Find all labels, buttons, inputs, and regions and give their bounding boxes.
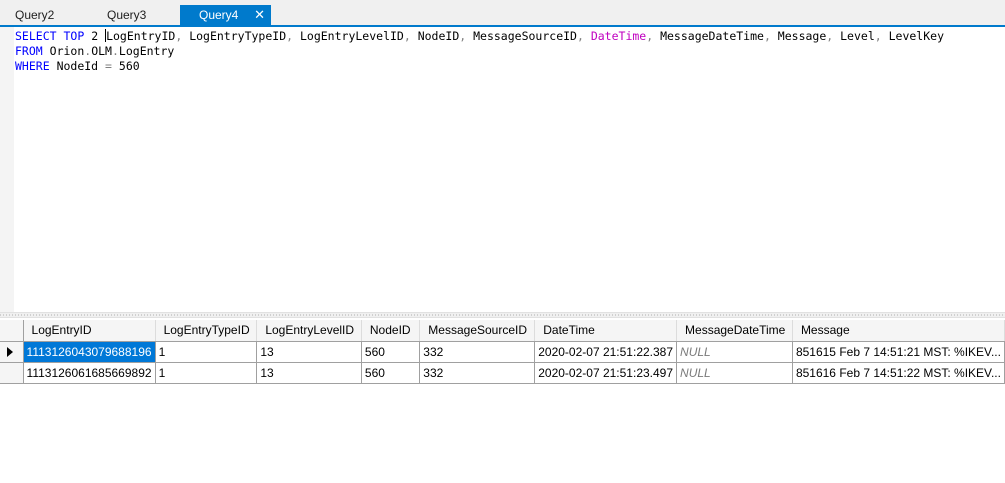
column-header[interactable]: LogEntryLevelID: [256, 320, 362, 342]
literal-value: 560: [118, 59, 140, 73]
table-cell[interactable]: 1113126061685669892: [23, 362, 156, 384]
table-cell[interactable]: 2020-02-07 21:51:22.387: [534, 341, 678, 363]
keyword-top: TOP: [63, 29, 85, 43]
row-header[interactable]: [0, 341, 24, 363]
current-row-arrow-icon: [7, 347, 13, 358]
column-name: Message: [777, 29, 827, 43]
table-cell[interactable]: 851616 Feb 7 14:51:22 MST: %IKEV...: [792, 362, 1005, 384]
results-grid[interactable]: LogEntryID LogEntryTypeID LogEntryLevelI…: [0, 320, 1005, 386]
table-cell[interactable]: 13: [256, 362, 362, 384]
column-header[interactable]: LogEntryTypeID: [155, 320, 258, 342]
splitter-grip: [0, 314, 1005, 316]
column-header[interactable]: Message: [792, 320, 1005, 342]
table-cell[interactable]: NULL: [676, 341, 793, 363]
tab-query2[interactable]: Query2: [0, 5, 90, 26]
tab-query3[interactable]: Query3: [92, 5, 180, 26]
table-cell[interactable]: 560: [361, 362, 421, 384]
results-table: LogEntryID LogEntryTypeID LogEntryLevelI…: [0, 320, 1005, 384]
column-name: MessageSourceID: [473, 29, 577, 43]
table-cell[interactable]: 560: [361, 341, 421, 363]
tab-label: Query3: [107, 8, 147, 22]
column-name: Level: [840, 29, 875, 43]
column-name: LevelKey: [888, 29, 944, 43]
query-editor[interactable]: SELECT TOP 2 LogEntryID, LogEntryTypeID,…: [0, 27, 1005, 312]
column-header[interactable]: MessageSourceID: [419, 320, 536, 342]
table-cell[interactable]: 332: [419, 362, 536, 384]
column-name: MessageDateTime: [660, 29, 764, 43]
column-name: LogEntryTypeID: [189, 29, 287, 43]
header-row: LogEntryID LogEntryTypeID LogEntryLevelI…: [0, 320, 1005, 342]
close-icon[interactable]: ✕: [254, 5, 265, 25]
editor-gutter: [0, 27, 14, 312]
column-header[interactable]: NodeID: [361, 320, 421, 342]
code-line-2: FROM Orion.OLM.LogEntry: [15, 44, 175, 58]
top-count: 2: [91, 29, 99, 43]
schema-name: OLM: [91, 44, 112, 58]
table-cell[interactable]: 1: [155, 362, 258, 384]
keyword-select: SELECT: [15, 29, 57, 43]
sql-code[interactable]: SELECT TOP 2 LogEntryID, LogEntryTypeID,…: [15, 29, 944, 74]
column-header[interactable]: DateTime: [534, 320, 678, 342]
column-name: NodeId: [56, 59, 99, 73]
row-header[interactable]: [0, 362, 24, 384]
column-name: NodeID: [417, 29, 460, 43]
table-cell[interactable]: 1: [155, 341, 258, 363]
tab-strip: Query2 Query3 Query4 ✕: [0, 0, 1005, 27]
table-row[interactable]: 1113126061685669892 1 13 560 332 2020-02…: [0, 362, 1005, 384]
operator: =: [105, 59, 112, 73]
keyword-where: WHERE: [15, 59, 50, 73]
table-cell[interactable]: 13: [256, 341, 362, 363]
table-cell[interactable]: 1113126043079688196: [23, 341, 156, 363]
code-line-1: SELECT TOP 2 LogEntryID, LogEntryTypeID,…: [15, 29, 944, 43]
keyword-from: FROM: [15, 44, 43, 58]
table-cell[interactable]: 2020-02-07 21:51:23.497: [534, 362, 678, 384]
column-name: DateTime: [590, 29, 647, 43]
database-name: Orion: [49, 44, 85, 58]
column-name: LogEntryLevelID: [299, 29, 404, 43]
table-cell[interactable]: NULL: [676, 362, 793, 384]
table-cell[interactable]: 332: [419, 341, 536, 363]
tab-label: Query4: [199, 8, 239, 22]
column-name: LogEntryID: [106, 29, 176, 43]
corner-cell[interactable]: [0, 320, 24, 342]
table-row[interactable]: 1113126043079688196 1 13 560 332 2020-02…: [0, 341, 1005, 363]
tab-query4[interactable]: Query4 ✕: [180, 5, 271, 26]
table-cell[interactable]: 851615 Feb 7 14:51:21 MST: %IKEV...: [792, 341, 1005, 363]
code-line-3: WHERE NodeId = 560: [15, 59, 140, 73]
tab-label: Query2: [15, 8, 55, 22]
column-header[interactable]: LogEntryID: [23, 320, 156, 342]
column-header[interactable]: MessageDateTime: [676, 320, 793, 342]
table-name: LogEntry: [118, 44, 175, 58]
